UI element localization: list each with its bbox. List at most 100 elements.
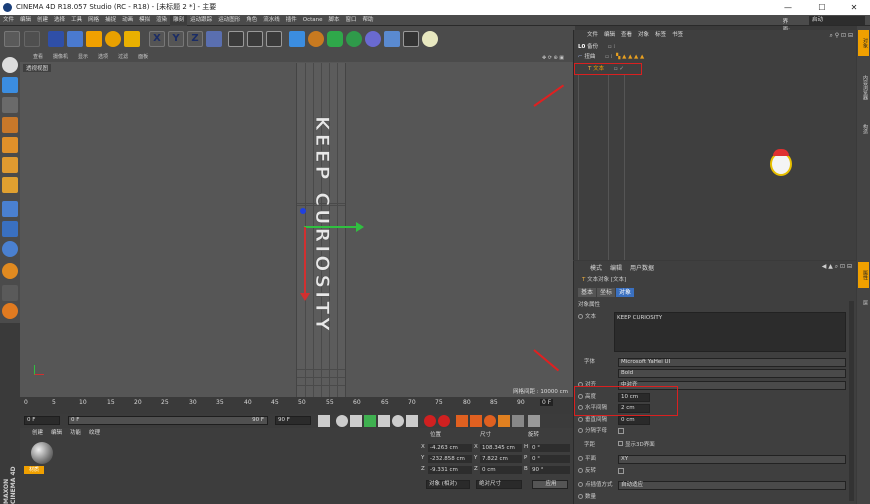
menu-mograph[interactable]: 运动图形 <box>215 15 243 26</box>
viewport-menu-camera[interactable]: 摄像机 <box>48 53 73 62</box>
key-move-icon[interactable] <box>456 415 468 427</box>
menu-tools[interactable]: 工具 <box>68 15 85 26</box>
y-axis-lock-icon[interactable]: Y <box>168 31 184 47</box>
menu-snap[interactable]: 捕捉 <box>102 15 119 26</box>
go-to-start-icon[interactable] <box>318 415 330 427</box>
menu-window[interactable]: 窗口 <box>343 15 360 26</box>
material-name[interactable]: 材质 <box>24 466 44 474</box>
pen-spline-icon[interactable] <box>308 31 324 47</box>
sculpt-icon[interactable] <box>2 263 18 279</box>
menu-plugins[interactable]: 插件 <box>283 15 300 26</box>
obj-search-icons[interactable]: ⌕ ⚲ ⊡ ⊟ <box>829 32 853 40</box>
rot-p-field[interactable]: 0 ° <box>530 454 570 463</box>
attr-nav-icons[interactable]: ◀ ▲ ⌕ ⊡ ⊟ <box>822 263 852 271</box>
menu-file[interactable]: 文件 <box>0 15 17 26</box>
viewport-menu-options[interactable]: 选项 <box>93 53 113 62</box>
material-menu-texture[interactable]: 纹理 <box>85 428 104 438</box>
timeline-ruler[interactable]: 0 5 10 15 20 25 30 35 40 45 50 55 60 65 … <box>20 397 573 408</box>
size-y-field[interactable]: 7.822 cm <box>480 454 522 463</box>
tab-layers[interactable]: 层 <box>858 292 869 312</box>
polygons-mode-icon[interactable] <box>2 177 18 193</box>
size-x-field[interactable]: 108.345 cm <box>480 443 522 452</box>
close-button[interactable]: ✕ <box>842 0 866 15</box>
apply-button[interactable]: 应用 <box>532 480 568 489</box>
pos-y-field[interactable]: -232.858 cm <box>428 454 472 463</box>
timeline-window-icon[interactable] <box>528 415 540 427</box>
edges-mode-icon[interactable] <box>2 157 18 173</box>
coord-mode-dropdown[interactable]: 对象 (相对) <box>426 480 470 489</box>
attr-menu-mode[interactable]: 模式 <box>586 265 606 272</box>
menu-simulate[interactable]: 模拟 <box>136 15 153 26</box>
z-axis-lock-icon[interactable]: Z <box>187 31 203 47</box>
plane-dropdown[interactable]: XY <box>618 455 846 464</box>
go-to-end-icon[interactable] <box>406 415 418 427</box>
reverse-checkbox[interactable] <box>618 468 624 474</box>
pos-z-field[interactable]: -9.331 cm <box>428 465 472 474</box>
object-row-backup[interactable]: L0 备份 ▫ ⁞ <box>578 43 615 52</box>
menu-octane[interactable]: Octane <box>300 15 326 26</box>
vspacing-field[interactable]: 0 cm <box>618 416 650 425</box>
prev-key-icon[interactable] <box>336 415 348 427</box>
key-param-icon[interactable] <box>498 415 510 427</box>
deformer-icon[interactable] <box>365 31 381 47</box>
z-axis-handle[interactable] <box>300 208 306 214</box>
live-selection-icon[interactable] <box>48 31 64 47</box>
frame-range-slider[interactable]: 0 F 90 F <box>68 416 268 425</box>
material-menu-edit[interactable]: 编辑 <box>47 428 66 438</box>
material-menu-create[interactable]: 创建 <box>28 428 47 438</box>
prev-frame-icon[interactable] <box>350 415 362 427</box>
floor-icon[interactable] <box>384 31 400 47</box>
light-icon[interactable] <box>422 31 438 47</box>
cube-icon[interactable] <box>289 31 305 47</box>
menu-help[interactable]: 帮助 <box>360 15 377 26</box>
material-menu-function[interactable]: 功能 <box>66 428 85 438</box>
workplane-icon[interactable] <box>2 117 18 133</box>
menu-select[interactable]: 选择 <box>51 15 68 26</box>
points-mode-icon[interactable] <box>2 137 18 153</box>
start-frame-field[interactable]: 0 F <box>24 416 60 425</box>
obj-menu-tag[interactable]: 标签 <box>652 30 669 41</box>
tab-basic[interactable]: 基本 <box>578 288 597 297</box>
x-axis-lock-icon[interactable]: X <box>149 31 165 47</box>
snap-icon[interactable] <box>2 241 18 257</box>
key-pla-icon[interactable] <box>512 415 524 427</box>
tab-object[interactable]: 对象 <box>616 288 635 297</box>
key-rotate-icon[interactable] <box>484 415 496 427</box>
rot-h-field[interactable]: 0 ° <box>530 443 570 452</box>
key-scale-icon[interactable] <box>470 415 482 427</box>
minimize-button[interactable]: — <box>776 0 800 15</box>
make-editable-icon[interactable] <box>2 57 18 73</box>
tab-coord[interactable]: 坐标 <box>597 288 616 297</box>
font-style-dropdown[interactable]: Bold <box>618 369 846 378</box>
maximize-button[interactable]: ☐ <box>810 0 834 15</box>
render-view-icon[interactable] <box>228 31 244 47</box>
viewport[interactable]: 查看 摄像机 显示 选项 过滤 面板 ✥ ⟳ ⊕ ▣ 透视视图 KEEP CURIOSIT… <box>20 53 573 397</box>
hair-icon[interactable] <box>2 303 18 319</box>
obj-menu-edit[interactable]: 编辑 <box>601 30 618 41</box>
coordinate-system-icon[interactable] <box>206 31 222 47</box>
size-mode-dropdown[interactable]: 绝对尺寸 <box>476 480 522 489</box>
enable-axis-icon[interactable] <box>2 201 18 217</box>
menu-character[interactable]: 角色 <box>243 15 260 26</box>
viewport-menu-display[interactable]: 显示 <box>73 53 93 62</box>
tab-attributes[interactable]: 属性 <box>858 262 869 288</box>
menu-script[interactable]: 脚本 <box>326 15 343 26</box>
tab-content-browser[interactable]: 内容浏览器 <box>858 62 869 112</box>
obj-menu-view[interactable]: 查看 <box>618 30 635 41</box>
texture-mode-icon[interactable] <box>2 97 18 113</box>
layer-icon[interactable] <box>2 285 18 301</box>
attr-menu-edit[interactable]: 编辑 <box>606 265 626 272</box>
render-picture-viewer-icon[interactable] <box>247 31 263 47</box>
x-axis-handle[interactable] <box>304 227 306 297</box>
menu-animate[interactable]: 动画 <box>119 15 136 26</box>
attr-menu-userdata[interactable]: 用户数据 <box>626 265 658 272</box>
menu-pipeline[interactable]: 流水线 <box>260 15 283 26</box>
recent-tools-icon[interactable] <box>124 31 140 47</box>
text-input[interactable]: KEEP CURIOSITY <box>614 312 846 352</box>
y-axis-handle[interactable] <box>304 226 360 228</box>
viewport-menu-filter[interactable]: 过滤 <box>113 53 133 62</box>
attr-scrollbar[interactable] <box>849 301 854 501</box>
viewport-nav-icons[interactable]: ✥ ⟳ ⊕ ▣ <box>537 54 569 63</box>
font-family-dropdown[interactable]: Microsoft YaHei UI <box>618 358 846 367</box>
next-frame-icon[interactable] <box>378 415 390 427</box>
